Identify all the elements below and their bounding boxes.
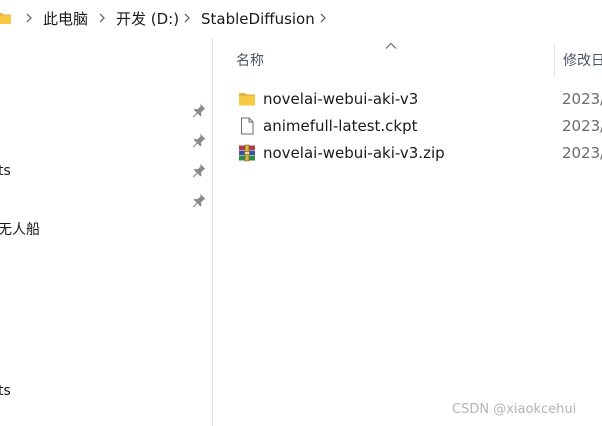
file-name: novelai-webui-aki-v3.zip xyxy=(263,144,445,162)
sort-ascending-icon xyxy=(385,42,397,49)
pin-icon[interactable] xyxy=(191,192,207,208)
nav-item-label[interactable]: ts xyxy=(0,162,11,180)
file-row-ckpt[interactable]: animefull-latest.ckpt 2023/ xyxy=(236,114,602,138)
file-row-folder[interactable]: novelai-webui-aki-v3 2023/ xyxy=(236,87,602,111)
breadcrumb-current-folder[interactable]: StableDiffusion xyxy=(201,9,315,29)
chevron-right-icon[interactable] xyxy=(97,13,107,23)
file-date: 2023/ xyxy=(562,117,602,135)
pin-icon[interactable] xyxy=(191,162,207,178)
file-name: animefull-latest.ckpt xyxy=(263,117,418,135)
folder-icon xyxy=(239,93,255,106)
file-date: 2023/ xyxy=(562,90,602,108)
file-row-zip[interactable]: novelai-webui-aki-v3.zip 2023/ xyxy=(236,141,602,165)
column-divider[interactable] xyxy=(554,44,555,78)
folder-icon xyxy=(0,13,11,24)
file-date: 2023/ xyxy=(562,144,602,162)
nav-item-label[interactable]: ts xyxy=(0,382,11,400)
watermark: CSDN @xiaokcehui xyxy=(452,402,577,417)
archive-icon xyxy=(239,144,255,162)
navigation-pane[interactable]: ts 无人船 ts xyxy=(0,38,213,426)
chevron-right-icon[interactable] xyxy=(182,13,192,23)
address-bar[interactable]: 此电脑 开发 (D:) StableDiffusion xyxy=(0,0,602,38)
pin-icon[interactable] xyxy=(191,102,207,118)
column-header-date-modified[interactable]: 修改日 xyxy=(563,52,602,70)
file-name: novelai-webui-aki-v3 xyxy=(263,90,419,108)
breadcrumb-this-pc[interactable]: 此电脑 xyxy=(43,9,88,29)
document-icon xyxy=(241,117,254,135)
chevron-right-icon[interactable] xyxy=(318,13,328,23)
pin-icon[interactable] xyxy=(191,132,207,148)
nav-item-label[interactable]: 无人船 xyxy=(0,221,40,239)
breadcrumb-drive[interactable]: 开发 (D:) xyxy=(116,9,179,29)
column-header-name[interactable]: 名称 xyxy=(236,52,264,70)
chevron-right-icon[interactable] xyxy=(24,13,34,23)
